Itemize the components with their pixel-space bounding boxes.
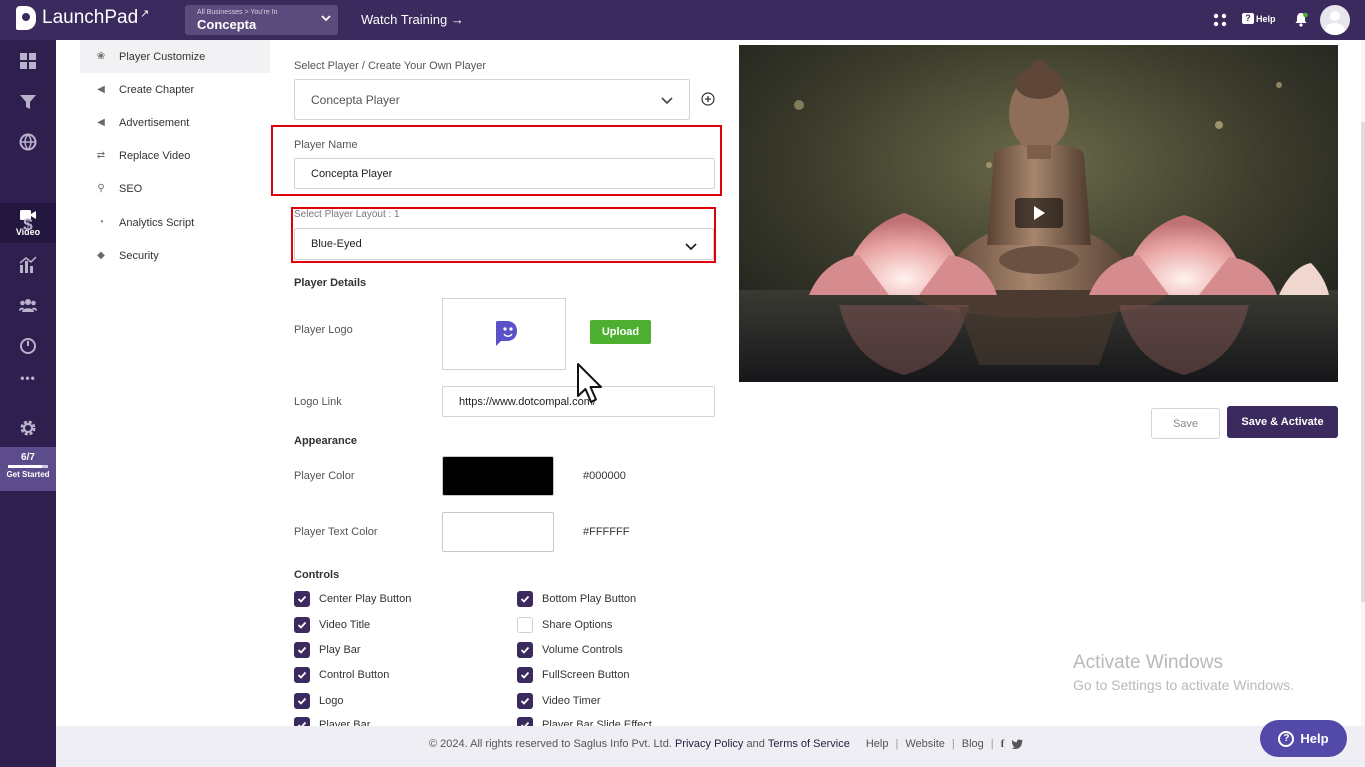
control-option-label: Player Bar Slide Effect (542, 719, 652, 726)
control-option[interactable]: Video Title (294, 617, 370, 633)
checkbox[interactable] (517, 642, 533, 658)
privacy-policy-link[interactable]: Privacy Policy (675, 738, 743, 750)
checkmark-icon (297, 621, 307, 629)
control-option[interactable]: Logo (294, 693, 343, 709)
control-option-label: Center Play Button (319, 593, 412, 605)
checkmark-icon (297, 646, 307, 654)
help-fab-label: Help (1300, 731, 1329, 746)
play-icon (1034, 206, 1045, 220)
windows-activation-title: Activate Windows (1073, 652, 1223, 673)
footer-and: and (746, 738, 765, 750)
checkmark-icon (520, 595, 530, 603)
control-option[interactable]: FullScreen Button (517, 667, 629, 683)
control-option-label: Logo (319, 695, 344, 707)
checkmark-icon (520, 646, 530, 654)
checkmark-icon (297, 697, 307, 705)
checkmark-icon (520, 671, 530, 679)
checkbox[interactable] (517, 591, 533, 607)
footer-website-link[interactable]: Website (905, 738, 945, 750)
control-option[interactable]: Control Button (294, 667, 389, 683)
control-option[interactable]: Video Timer (517, 693, 601, 709)
control-option-label: FullScreen Button (542, 669, 630, 681)
checkbox[interactable] (517, 617, 533, 633)
checkbox[interactable] (517, 693, 533, 709)
footer-separator: | (990, 738, 994, 750)
control-option[interactable]: Player Bar Slide Effect (517, 717, 652, 726)
footer-help-link[interactable]: Help (866, 738, 889, 750)
footer-links: © 2024. All rights reserved to Saglus In… (429, 738, 1024, 750)
control-option[interactable]: Bottom Play Button (517, 591, 636, 607)
control-option-label: Video Title (319, 619, 371, 631)
checkbox[interactable] (517, 717, 533, 726)
page-scrollbar-thumb[interactable] (1361, 122, 1365, 602)
question-icon: ? (1278, 730, 1295, 747)
checkbox[interactable] (517, 667, 533, 683)
checkbox[interactable] (294, 667, 310, 683)
control-option[interactable]: Share Options (517, 617, 612, 633)
checkbox[interactable] (294, 617, 310, 633)
control-option-label: Control Button (319, 669, 390, 681)
footer-blog-link[interactable]: Blog (962, 738, 984, 750)
twitter-icon[interactable] (1012, 739, 1024, 749)
checkmark-icon (297, 595, 307, 603)
footer: © 2024. All rights reserved to Saglus In… (56, 726, 1365, 767)
footer-copyright: © 2024. All rights reserved to Saglus In… (429, 738, 672, 750)
save-and-activate-button[interactable]: Save & Activate (1227, 406, 1338, 438)
control-option-label: Share Options (542, 619, 613, 631)
control-option[interactable]: Center Play Button (294, 591, 411, 607)
control-option-label: Volume Controls (542, 644, 623, 656)
checkbox[interactable] (294, 693, 310, 709)
checkbox[interactable] (294, 591, 310, 607)
checkbox[interactable] (294, 642, 310, 658)
facebook-icon[interactable]: f (1001, 738, 1005, 750)
footer-separator: | (895, 738, 899, 750)
help-floating-button[interactable]: ? Help (1260, 720, 1347, 757)
control-option-label: Video Timer (542, 695, 601, 707)
mouse-cursor-icon (577, 363, 602, 403)
save-button[interactable]: Save (1151, 408, 1220, 439)
terms-of-service-link[interactable]: Terms of Service (768, 738, 850, 750)
checkmark-icon (297, 671, 307, 679)
control-option[interactable]: Volume Controls (517, 642, 623, 658)
windows-activation-subtitle: Go to Settings to activate Windows. (1073, 677, 1294, 693)
checkmark-icon (520, 697, 530, 705)
control-option[interactable]: Player Bar (294, 717, 370, 726)
control-option-label: Play Bar (319, 644, 361, 656)
footer-separator: | (951, 738, 955, 750)
control-option-label: Bottom Play Button (542, 593, 637, 605)
video-play-button[interactable] (1015, 198, 1063, 228)
control-option[interactable]: Play Bar (294, 642, 361, 658)
control-option-label: Player Bar (319, 719, 371, 726)
checkbox[interactable] (294, 717, 310, 726)
